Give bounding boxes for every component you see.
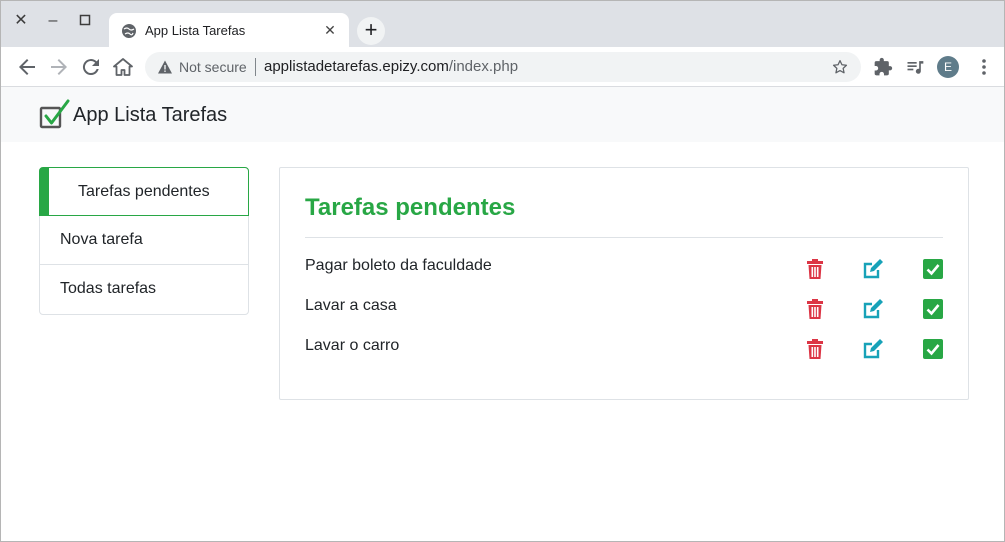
minimize-window-icon[interactable]: – [43, 11, 63, 31]
browser-toolbar: Not secure applistadetarefas.epizy.com/i… [1, 47, 1004, 87]
address-bar[interactable]: Not secure applistadetarefas.epizy.com/i… [145, 52, 861, 82]
title-bar: ✕ – App Lista Tarefas ✕ + [1, 1, 1004, 47]
task-row: Lavar o carro [305, 337, 945, 359]
edit-icon[interactable] [862, 298, 884, 320]
title-divider [305, 237, 943, 238]
browser-window: ✕ – App Lista Tarefas ✕ + Not secure app… [0, 0, 1005, 542]
omnibox-divider [255, 58, 256, 76]
tab-close-icon[interactable]: ✕ [321, 21, 339, 39]
reload-icon[interactable] [79, 55, 103, 79]
app-navbar: App Lista Tarefas [1, 87, 1004, 142]
edit-icon[interactable] [862, 338, 884, 360]
page-content: App Lista Tarefas Tarefas pendentes Nova… [1, 87, 1004, 541]
task-name: Lavar o carro [305, 337, 400, 354]
edit-icon[interactable] [862, 258, 884, 280]
task-name: Pagar boleto da faculdade [305, 257, 492, 274]
check-square-icon[interactable] [922, 258, 944, 280]
home-icon[interactable] [111, 55, 135, 79]
task-row: Lavar a casa [305, 297, 945, 319]
media-control-icon[interactable] [905, 57, 925, 77]
tasks-panel: Tarefas pendentes Pagar boleto da faculd… [279, 167, 969, 400]
page-title: Tarefas pendentes [305, 194, 516, 221]
warning-icon[interactable] [157, 59, 173, 75]
globe-icon [122, 24, 136, 38]
sidebar-item-todas-tarefas[interactable]: Todas tarefas [40, 265, 248, 314]
sidebar-item-tarefas-pendentes[interactable]: Tarefas pendentes [39, 167, 249, 216]
profile-avatar[interactable]: E [937, 56, 959, 78]
sidebar-item-nova-tarefa[interactable]: Nova tarefa [40, 216, 248, 265]
security-label[interactable]: Not secure [179, 59, 247, 75]
new-tab-button[interactable]: + [357, 17, 385, 45]
trash-icon[interactable] [804, 338, 826, 360]
browser-tab[interactable]: App Lista Tarefas ✕ [109, 13, 349, 47]
sidebar-menu: Tarefas pendentes Nova tarefa Todas tare… [39, 167, 249, 315]
brand-title[interactable]: App Lista Tarefas [73, 104, 227, 127]
url-path: /index.php [448, 58, 519, 75]
forward-icon[interactable] [47, 55, 71, 79]
maximize-window-icon[interactable] [75, 11, 95, 31]
extensions-puzzle-icon[interactable] [873, 57, 893, 77]
back-icon[interactable] [15, 55, 39, 79]
trash-icon[interactable] [804, 298, 826, 320]
url-text[interactable]: applistadetarefas.epizy.com/index.php [264, 58, 518, 75]
tab-title: App Lista Tarefas [145, 23, 246, 38]
check-square-icon[interactable] [922, 298, 944, 320]
checkbox-logo-icon[interactable] [39, 99, 71, 131]
check-square-icon[interactable] [922, 338, 944, 360]
trash-icon[interactable] [804, 258, 826, 280]
task-row: Pagar boleto da faculdade [305, 257, 945, 279]
url-host: applistadetarefas.epizy.com [264, 58, 449, 75]
close-window-icon[interactable]: ✕ [11, 11, 31, 31]
task-name: Lavar a casa [305, 297, 397, 314]
more-menu-icon[interactable] [981, 57, 987, 77]
bookmark-star-icon[interactable] [831, 58, 849, 76]
